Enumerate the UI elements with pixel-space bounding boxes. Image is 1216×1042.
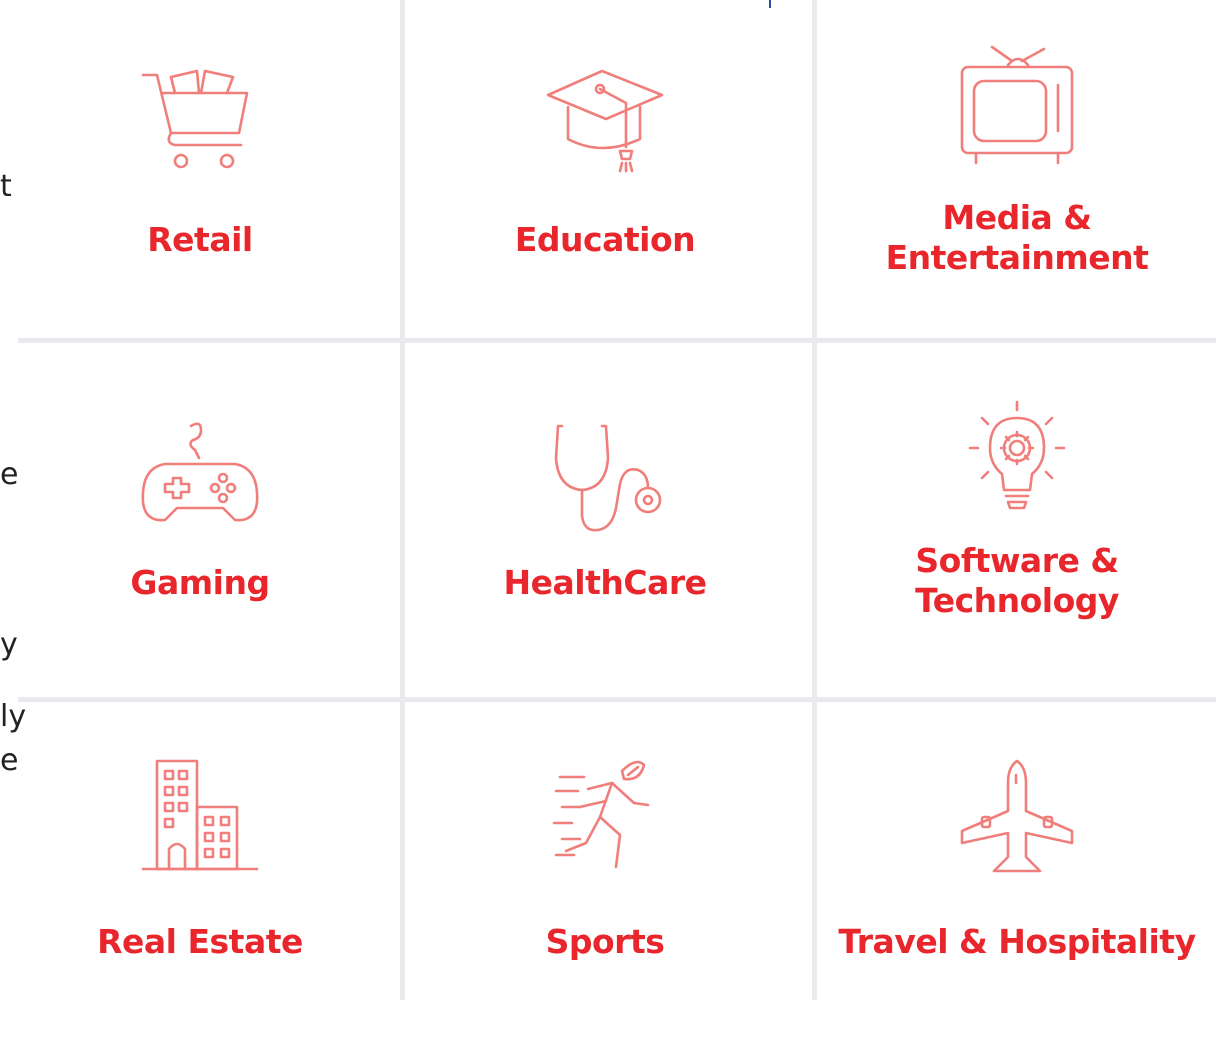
lightbulb-gear-icon	[947, 393, 1087, 533]
industry-card-education[interactable]: Education	[405, 0, 805, 340]
industry-label: Media & Entertainment	[817, 198, 1216, 278]
industry-label-line: Entertainment	[885, 238, 1149, 277]
industry-label: HealthCare	[503, 563, 708, 602]
industry-card-sports[interactable]: Sports	[405, 702, 805, 1042]
industry-card-software-technology[interactable]: Software & Technology	[817, 343, 1216, 683]
industry-label: Real Estate	[97, 922, 303, 961]
industry-label: Retail	[147, 220, 253, 259]
industry-card-retail[interactable]: Retail	[0, 0, 400, 340]
industry-card-media-entertainment[interactable]: Media & Entertainment	[817, 0, 1216, 340]
industry-label: Sports	[545, 922, 665, 961]
industry-label-line: Technology	[915, 581, 1119, 620]
industry-label: Education	[514, 220, 696, 259]
graduation-cap-icon	[535, 42, 675, 182]
shopping-cart-icon	[130, 42, 270, 182]
airplane-icon	[947, 748, 1087, 888]
tv-icon	[947, 38, 1087, 178]
building-icon	[130, 746, 270, 886]
industry-label-line: Software &	[915, 541, 1119, 580]
gamepad-icon	[130, 407, 270, 547]
stethoscope-icon	[535, 407, 675, 547]
runner-icon	[535, 746, 675, 886]
industry-label-line: Media &	[942, 198, 1092, 237]
industry-card-travel-hospitality[interactable]: Travel & Hospitality	[817, 702, 1216, 1042]
industry-label: Software & Technology	[817, 541, 1216, 621]
industry-card-gaming[interactable]: Gaming	[0, 343, 400, 683]
industry-label: Travel & Hospitality	[838, 922, 1196, 961]
industry-card-real-estate[interactable]: Real Estate	[0, 702, 400, 1042]
industry-label: Gaming	[130, 563, 270, 602]
industry-card-healthcare[interactable]: HealthCare	[405, 343, 805, 683]
